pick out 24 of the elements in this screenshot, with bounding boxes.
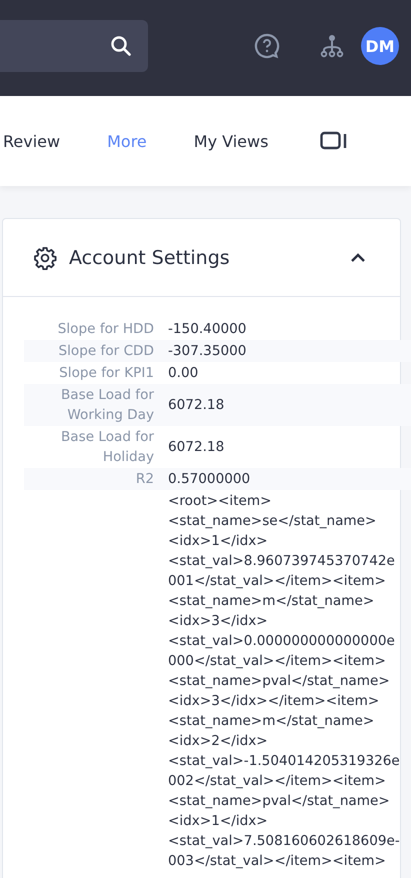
nav-tab[interactable]: Review xyxy=(3,132,60,150)
field-value: 0.00 xyxy=(168,364,200,383)
field-label: Slope for KPI1 xyxy=(59,365,154,381)
field-label: Base Load for Holiday xyxy=(60,429,154,465)
field-label: Base Load for Working Day xyxy=(60,387,154,423)
field-label: R2 xyxy=(136,471,154,487)
search-icon[interactable] xyxy=(110,35,132,57)
field-value: 6072.18 xyxy=(168,396,226,415)
user-avatar[interactable]: DM xyxy=(361,27,399,65)
field-label: Slope for HDD xyxy=(58,321,154,337)
help-icon[interactable] xyxy=(254,33,280,59)
chevron-icon xyxy=(350,252,366,262)
settings-icon xyxy=(33,246,57,270)
hierarchy-icon[interactable] xyxy=(320,34,344,58)
card-title: Account Settings xyxy=(69,246,231,268)
panel-toggle-icon[interactable] xyxy=(320,131,348,151)
field-label: Slope for CDD xyxy=(58,343,154,359)
field-value: 6072.18 xyxy=(168,438,226,457)
field-value: -307.35000 xyxy=(168,342,248,361)
search-field[interactable] xyxy=(0,20,148,72)
nav-tab[interactable]: My Views xyxy=(194,132,268,150)
field-value: -150.40000 xyxy=(168,320,248,339)
field-value: <root><item> <stat_name>se</stat_name> <idx>1</idx> <stat_val>8.960739745370742e 001</stat_val></item><item> <stat_name>m</stat_name> <idx>3</idx> <stat_val>0.000000000000000e 000</stat_val></item><item> <stat_name>pval</stat_name> <idx>3</idx></item><item> <stat_name>m</stat_name> <idx>2</idx> <stat_val>-1.504014205319326e 002</stat_val></item><item> <stat_name>pval</stat_name> <idx>1</idx> <stat_val>7.508160602618609e- 003</stat_val></item><item> xyxy=(168,492,401,871)
field-value: 0.57000000 xyxy=(168,470,252,489)
